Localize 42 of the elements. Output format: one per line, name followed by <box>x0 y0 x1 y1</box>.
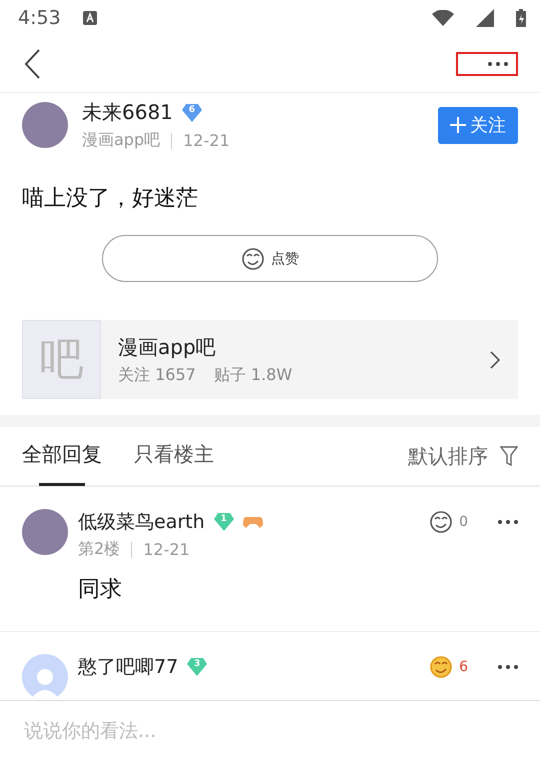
status-time: 4:53 <box>18 6 61 29</box>
battery-icon <box>516 8 526 27</box>
sort-button[interactable]: 默认排序 <box>408 442 518 470</box>
more-button[interactable] <box>456 52 518 76</box>
floor-number: 第2楼 <box>78 539 120 560</box>
level-badge: 1 <box>212 512 235 532</box>
forum-name: 漫画app吧 <box>82 130 160 152</box>
post-content: 喵上没了，好迷茫 <box>21 185 199 214</box>
reply-content: 同求 <box>78 576 123 604</box>
like-button[interactable]: 点赞 <box>102 235 438 282</box>
back-button[interactable] <box>24 49 40 80</box>
reply-author[interactable]: 低级菜鸟earth <box>78 509 205 536</box>
level-badge: 6 <box>180 102 203 123</box>
more-icon[interactable] <box>498 665 518 670</box>
keyboard-icon <box>82 10 97 25</box>
like-face-icon <box>429 510 454 534</box>
like-face-icon <box>429 655 454 680</box>
follow-button[interactable]: 关注 <box>438 106 518 144</box>
more-icon[interactable] <box>488 62 508 66</box>
like-count: 6 <box>459 659 468 676</box>
author-name[interactable]: 未来6681 <box>82 99 173 126</box>
signal-icon <box>476 8 494 27</box>
post-date: 12-21 <box>183 131 230 150</box>
plus-icon <box>450 117 466 134</box>
like-count: 0 <box>459 514 468 530</box>
reply-author[interactable]: 憨了吧唧77 <box>78 654 178 680</box>
avatar[interactable] <box>22 509 68 556</box>
follower-count: 关注 1657 <box>118 364 196 386</box>
reply-filter-tab[interactable]: 全部回复 <box>22 426 102 486</box>
more-icon[interactable] <box>498 520 518 524</box>
chevron-right-icon <box>490 350 500 369</box>
forum-logo: 吧 <box>22 320 101 400</box>
forum-title: 漫画app吧 <box>118 334 217 361</box>
forum-card[interactable]: 吧 漫画app吧 关注 1657 贴子 1.8W <box>22 320 518 400</box>
filter-icon <box>500 446 518 466</box>
post-count: 贴子 1.8W <box>214 364 292 386</box>
avatar[interactable] <box>22 102 68 148</box>
reply-filter-tab[interactable]: 只看楼主 <box>134 426 214 486</box>
reply-date: 12-21 <box>143 540 190 560</box>
like-face-icon <box>241 246 265 271</box>
level-badge: 3 <box>186 657 208 678</box>
wifi-icon <box>432 10 454 26</box>
